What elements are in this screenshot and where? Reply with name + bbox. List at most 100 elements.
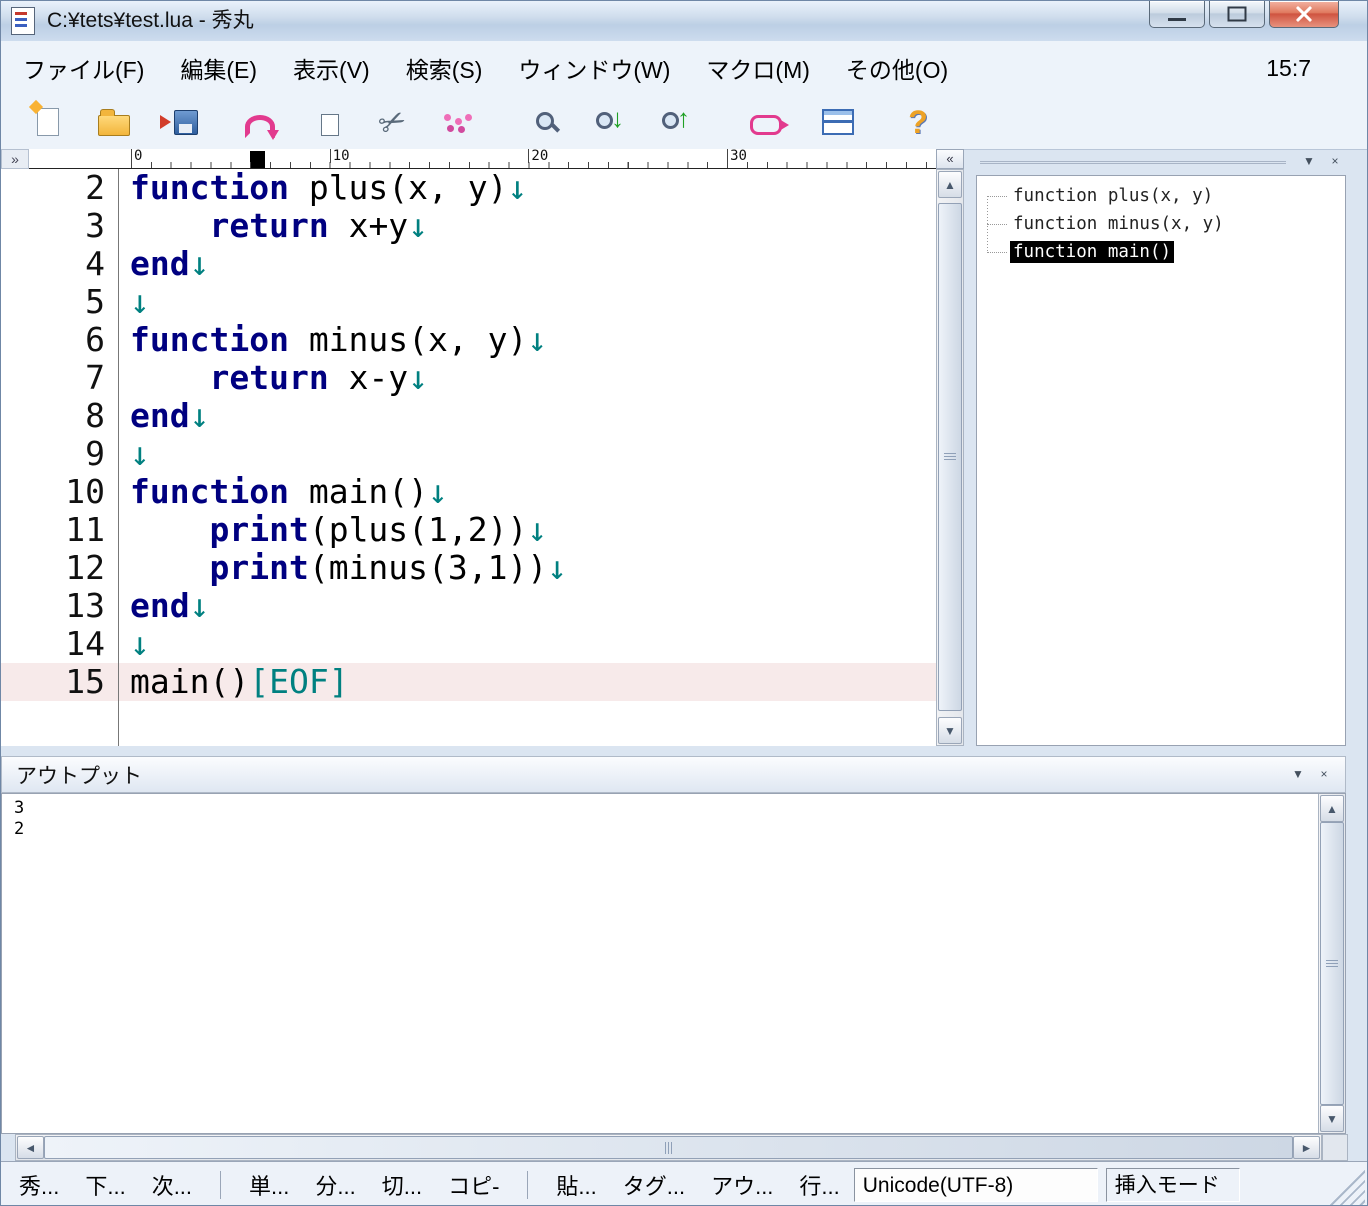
save-icon[interactable] (157, 101, 203, 143)
editor-line[interactable]: 7 return x-y↓ (1, 359, 936, 397)
output-panel[interactable]: 32 ▲ ▼ (1, 793, 1346, 1134)
menu-item[interactable]: ファイル(F) (23, 51, 144, 85)
newline-mark: ↓ (130, 434, 150, 473)
statusbar-button[interactable]: 下... (85, 1169, 125, 1201)
newline-mark: ↓ (508, 169, 528, 207)
statusbar-button[interactable]: コピ- (448, 1169, 499, 1201)
new-file-icon[interactable] (25, 101, 71, 143)
statusbar-button[interactable]: 行... (799, 1169, 839, 1201)
statusbar-button[interactable]: 単... (249, 1169, 289, 1201)
outline-menu-button[interactable]: ▼ (1298, 152, 1320, 172)
help-icon[interactable] (895, 101, 941, 143)
menu-item[interactable]: 表示(V) (293, 51, 370, 85)
status-bar: 秀... 下... 次... 単... 分... 切... コピ- 貼... タグ... アウ..… (1, 1161, 1367, 1206)
statusbar-button[interactable]: 貼... (556, 1169, 596, 1201)
resize-grip[interactable] (1329, 1169, 1365, 1205)
window-title: C:¥tets¥test.lua - 秀丸 (47, 1, 254, 41)
newline-mark: ↓ (408, 358, 428, 397)
menu-item[interactable]: マクロ(M) (706, 51, 809, 85)
statusbar-button[interactable]: アウ... (711, 1169, 773, 1201)
editor-line[interactable]: 12 print(minus(3,1))↓ (1, 549, 936, 587)
horizontal-scrollbar[interactable]: ◄ ► (15, 1134, 1322, 1161)
output-scroll-up-button[interactable]: ▲ (1320, 795, 1344, 822)
split-window-icon[interactable] (815, 101, 861, 143)
scroll-left-button[interactable]: ◄ (17, 1136, 44, 1159)
replace-icon[interactable] (743, 101, 789, 143)
editor-line[interactable]: 5↓ (1, 283, 936, 321)
menu-items: ファイル(F) 編集(E) 表示(V) 検索(S) ウィンドウ(W) マクロ(M) その他(… (1, 41, 1367, 95)
output-header-buttons: ▼ × (1283, 765, 1335, 785)
newline-mark: ↓ (130, 282, 150, 321)
scroll-up-button[interactable]: ▲ (938, 171, 962, 198)
outline-close-button[interactable]: × (1324, 152, 1346, 172)
minimize-button[interactable] (1149, 1, 1205, 28)
ruler-mark: 20 (528, 149, 548, 163)
output-line: 2 (14, 819, 1345, 840)
scroll-down-button[interactable]: ▼ (938, 717, 962, 744)
menu-item[interactable]: ウィンドウ(W) (518, 51, 670, 85)
outline-list: function plus(x, y)function minus(x, y)f… (977, 176, 1345, 266)
menu-item[interactable]: 編集(E) (180, 51, 257, 85)
statusbar-button[interactable]: 秀... (19, 1169, 59, 1201)
save-glyph (174, 110, 198, 135)
menu-item[interactable]: その他(O) (846, 51, 948, 85)
output-line: 3 (14, 798, 1345, 819)
editor-line[interactable]: 10function main()↓ (1, 473, 936, 511)
line-number: 8 (1, 397, 118, 435)
maximize-button[interactable] (1209, 1, 1265, 28)
output-scrollbar-thumb[interactable] (1320, 822, 1344, 1105)
output-menu-button[interactable]: ▼ (1287, 765, 1309, 785)
open-icon[interactable] (91, 101, 137, 143)
cut-glyph (379, 103, 406, 141)
hidemaru-window: C:¥tets¥test.lua - 秀丸 ファイル(F) 編集(E) 表示(V) 検… (0, 0, 1368, 1206)
editor-area[interactable]: 2function plus(x, y)↓3 return x+y↓4end↓5… (1, 169, 936, 746)
editor-scrollbar-thumb[interactable] (938, 203, 962, 711)
line-number: 9 (1, 435, 118, 473)
encoding-indicator[interactable]: Unicode(UTF-8) (854, 1168, 1098, 1202)
editor-line[interactable]: 3 return x+y↓ (1, 207, 936, 245)
copy-icon[interactable] (303, 101, 349, 143)
code-text: print(minus(3,1))↓ (118, 549, 567, 587)
horizontal-scrollbar-thumb[interactable] (44, 1136, 1293, 1159)
ruler-collapse-button[interactable]: « (936, 149, 964, 169)
output-close-button[interactable]: × (1313, 765, 1335, 785)
search-up-glyph (662, 108, 694, 136)
editor-line[interactable]: 14↓ (1, 625, 936, 663)
statusbar-button[interactable]: 分... (315, 1169, 355, 1201)
output-scroll-down-button[interactable]: ▼ (1320, 1105, 1344, 1132)
newline-mark: ↓ (190, 396, 210, 435)
editor-line[interactable]: 15main()[EOF] (1, 663, 936, 701)
editor-line[interactable]: 8end↓ (1, 397, 936, 435)
editor-line[interactable]: 9↓ (1, 435, 936, 473)
editor-line[interactable]: 11 print(plus(1,2))↓ (1, 511, 936, 549)
editor-line[interactable]: 6function minus(x, y)↓ (1, 321, 936, 359)
outline-item[interactable]: function minus(x, y) (977, 210, 1345, 238)
statusbar-button[interactable]: 切... (382, 1169, 422, 1201)
editor-line[interactable]: 13end↓ (1, 587, 936, 625)
output-vertical-scrollbar[interactable]: ▲ ▼ (1318, 794, 1345, 1133)
undo-icon[interactable] (237, 101, 283, 143)
line-number: 14 (1, 625, 118, 663)
editor-vertical-scrollbar[interactable]: ▲ ▼ (936, 169, 964, 746)
cut-icon[interactable] (369, 101, 415, 143)
editor-line[interactable]: 2function plus(x, y)↓ (1, 169, 936, 207)
paste-icon[interactable] (435, 101, 481, 143)
statusbar-button[interactable]: タグ... (623, 1169, 685, 1201)
outline-item[interactable]: function plus(x, y) (977, 182, 1345, 210)
ruler-expand-button[interactable]: » (1, 149, 29, 169)
search-up-icon[interactable] (655, 101, 701, 143)
code-text: ↓ (118, 435, 150, 473)
newline-mark: ↓ (527, 510, 547, 549)
statusbar-button[interactable]: 次... (152, 1169, 192, 1201)
search-down-icon[interactable] (589, 101, 635, 143)
ruler-mark: 10 (330, 149, 350, 163)
close-button[interactable] (1269, 1, 1339, 28)
input-mode-indicator[interactable]: 挿入モード (1106, 1168, 1240, 1202)
search-icon[interactable] (523, 101, 569, 143)
outline-item[interactable]: function main() (977, 238, 1345, 266)
outline-panel-grip[interactable] (980, 161, 1286, 164)
menu-item[interactable]: 検索(S) (406, 51, 483, 85)
output-panel-header: アウトプット ▼ × (1, 756, 1346, 793)
editor-line[interactable]: 4end↓ (1, 245, 936, 283)
scroll-right-button[interactable]: ► (1293, 1136, 1320, 1159)
